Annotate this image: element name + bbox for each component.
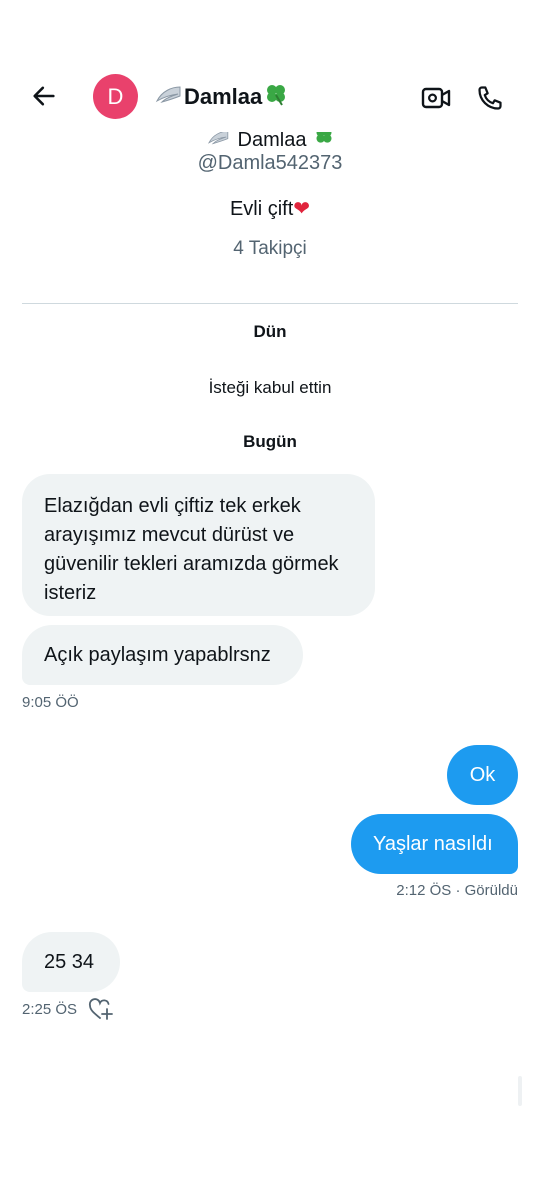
incoming-message-3[interactable]: 25 34 — [22, 932, 120, 992]
profile-handle[interactable]: @Damla542373 — [0, 152, 540, 175]
message-timestamp-3: 2:25 ÖS — [22, 1001, 78, 1018]
wing-emoji-icon — [154, 83, 182, 111]
avatar[interactable]: D — [93, 74, 138, 119]
divider — [22, 303, 518, 304]
profile-bio: Evli çift❤ — [0, 196, 540, 221]
incoming-message-2[interactable]: Açık paylaşım yapablrsnz — [22, 625, 303, 685]
day-separator-today: Bugün — [243, 432, 297, 451]
request-accepted-notice: İsteği kabul ettin — [208, 378, 332, 397]
incoming-message-1[interactable]: Elazığdan evli çiftiz tek erkek arayışım… — [22, 474, 375, 616]
clover-emoji-icon — [264, 82, 288, 112]
video-call-button[interactable] — [416, 80, 456, 116]
conversation-header: D Damlaa — [0, 60, 540, 132]
profile-followers[interactable]: 4 Takipçi — [0, 238, 540, 260]
phone-icon — [478, 86, 502, 110]
header-name-text: Damlaa — [184, 84, 263, 109]
back-button[interactable] — [22, 76, 66, 116]
profile-bio-text: Evli çift — [229, 198, 294, 220]
video-camera-icon — [421, 87, 451, 109]
red-heart-emoji-icon: ❤ — [293, 198, 311, 220]
message-timestamp-2: 2:12 ÖS · Görüldü — [396, 882, 518, 899]
day-separator-yesterday: Dün — [253, 322, 287, 341]
outgoing-message-2[interactable]: Yaşlar nasıldı — [351, 814, 518, 874]
wing-emoji-icon — [206, 129, 236, 151]
profile-name-text: Damlaa — [237, 129, 307, 151]
clover-emoji-icon — [308, 128, 334, 151]
header-display-name[interactable]: Damlaa — [154, 82, 288, 112]
back-arrow-icon — [33, 86, 55, 106]
message-timestamp-1: 9:05 ÖÖ — [22, 694, 79, 711]
add-reaction-heart-icon[interactable] — [88, 998, 114, 1022]
outgoing-message-1[interactable]: Ok — [447, 745, 518, 805]
voice-call-button[interactable] — [470, 78, 510, 118]
dm-conversation-screen: D Damlaa Damlaa @Damla542373 Evli çift❤ … — [0, 0, 540, 1200]
scroll-indicator — [518, 1076, 522, 1106]
